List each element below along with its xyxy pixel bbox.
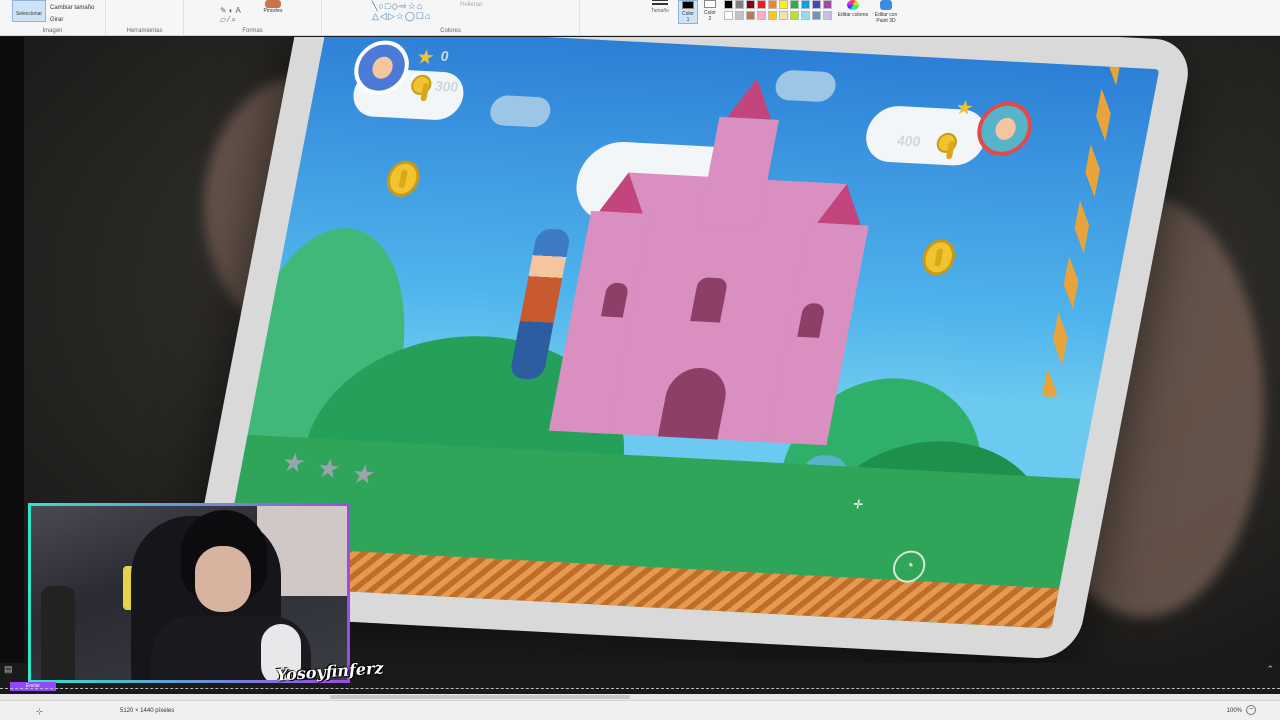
size-icon [652,0,668,5]
palette-swatch[interactable] [746,0,755,9]
colors-group-label: Colores [440,28,461,34]
image-group: Seleccionar Cambiar tamaño Girar Imagen [0,0,106,36]
palette-swatch[interactable] [823,0,832,9]
webcam-overlay [28,503,350,683]
size-button[interactable]: Tamaño [648,0,672,22]
status-bar: ⊹ 5120 × 1440 píxeles 100% − [0,700,1280,720]
canvas-dimensions: 5120 × 1440 píxeles [120,708,175,714]
panel-icon[interactable]: ▤ [4,664,13,675]
microphone [41,586,75,680]
palette-swatch[interactable] [768,11,777,20]
paint-ribbon: Seleccionar Cambiar tamaño Girar Imagen … [0,0,1280,36]
palette-swatch[interactable] [790,11,799,20]
castle-roof [599,171,651,214]
paint3d-button[interactable]: Editar con Paint 3D [870,0,902,24]
palette-swatch[interactable] [724,11,733,20]
palette-swatch[interactable] [735,11,744,20]
castle-window [690,277,729,323]
paint3d-label: Editar con Paint 3D [874,12,898,24]
scrollbar-thumb[interactable] [330,695,630,699]
shapes-group-label: Formas [242,28,263,34]
game-screen: ★ 0 300 ★ 400 ★ ★ ★ ◔ ✛ [218,37,1160,629]
castle [548,77,869,446]
palette-swatch[interactable] [812,11,821,20]
palette-swatch[interactable] [801,0,810,9]
edit-colors-label: Editar colores [837,12,869,18]
palette-swatch[interactable] [801,11,810,20]
color2-label: Color 2 [704,10,716,22]
castle-roof [727,77,779,120]
color1-button[interactable]: Color 1 [678,0,698,24]
castle-tower [698,116,780,230]
color1-label: Color 1 [682,11,694,23]
colors-group: Tamaño Color 1 Color 2 Editar colores Ed… [322,0,897,36]
color-palette [724,0,832,20]
palette-swatch[interactable] [746,11,755,20]
coin-icon [919,238,959,277]
small-cloud [487,94,553,128]
avatar-face [993,117,1018,141]
palette-swatch[interactable] [779,0,788,9]
palette-swatch[interactable] [823,11,832,20]
small-cloud [772,69,839,103]
player1-stars: 0 [439,47,451,65]
zoom-out-icon[interactable]: − [1246,705,1256,715]
castle-door [657,366,731,440]
image-group-label: Imagen [42,28,63,34]
shapes-group: ╲○□◇⇨☆⌂ △◁▷☆◯☐⌂ Rellenar Formas [184,0,482,36]
player2-coins: 400 [895,132,922,150]
collapse-icon[interactable]: ⌃ [1266,664,1274,675]
color1-swatch [682,1,694,9]
tools-group: ✎◐A ▱⁄⌕ Pinceles Herramientas [106,0,282,36]
palette-swatch[interactable] [768,0,777,9]
rotate-button[interactable]: Girar [50,14,94,26]
tools-group-label: Herramientas [126,28,163,34]
palette-swatch[interactable] [724,0,733,9]
lightning-bolt [1042,66,1120,397]
coin-icon [383,159,423,198]
size-label: Tamaño [651,8,669,14]
paint3d-icon [880,0,892,10]
palette-swatch[interactable] [790,0,799,9]
avatar-face [370,56,395,80]
selection-border [0,688,1280,689]
color2-swatch [704,0,716,8]
palette-swatch[interactable] [735,0,744,9]
streamer-face [195,546,251,612]
palette-swatch[interactable] [757,11,766,20]
palette-swatch[interactable] [812,0,821,9]
star-icon: ★ [414,46,437,70]
zoom-level: 100% [1226,708,1242,714]
cursor-position-icon: ⊹ [36,707,43,716]
color-wheel-icon [847,0,859,10]
select-button[interactable]: Seleccionar [12,0,46,22]
resize-button[interactable]: Cambiar tamaño [50,2,94,14]
color2-button[interactable]: Color 2 [700,0,720,24]
castle-roof [817,182,869,226]
image-items: Cambiar tamaño Girar [50,2,94,26]
palette-swatch[interactable] [757,0,766,9]
palette-swatch[interactable] [779,11,788,20]
chat-send-badge[interactable]: Enviar [10,682,56,691]
edit-colors-button[interactable]: Editar colores [837,0,869,18]
player2-avatar [972,100,1037,158]
player1-coins: 300 [433,77,460,95]
